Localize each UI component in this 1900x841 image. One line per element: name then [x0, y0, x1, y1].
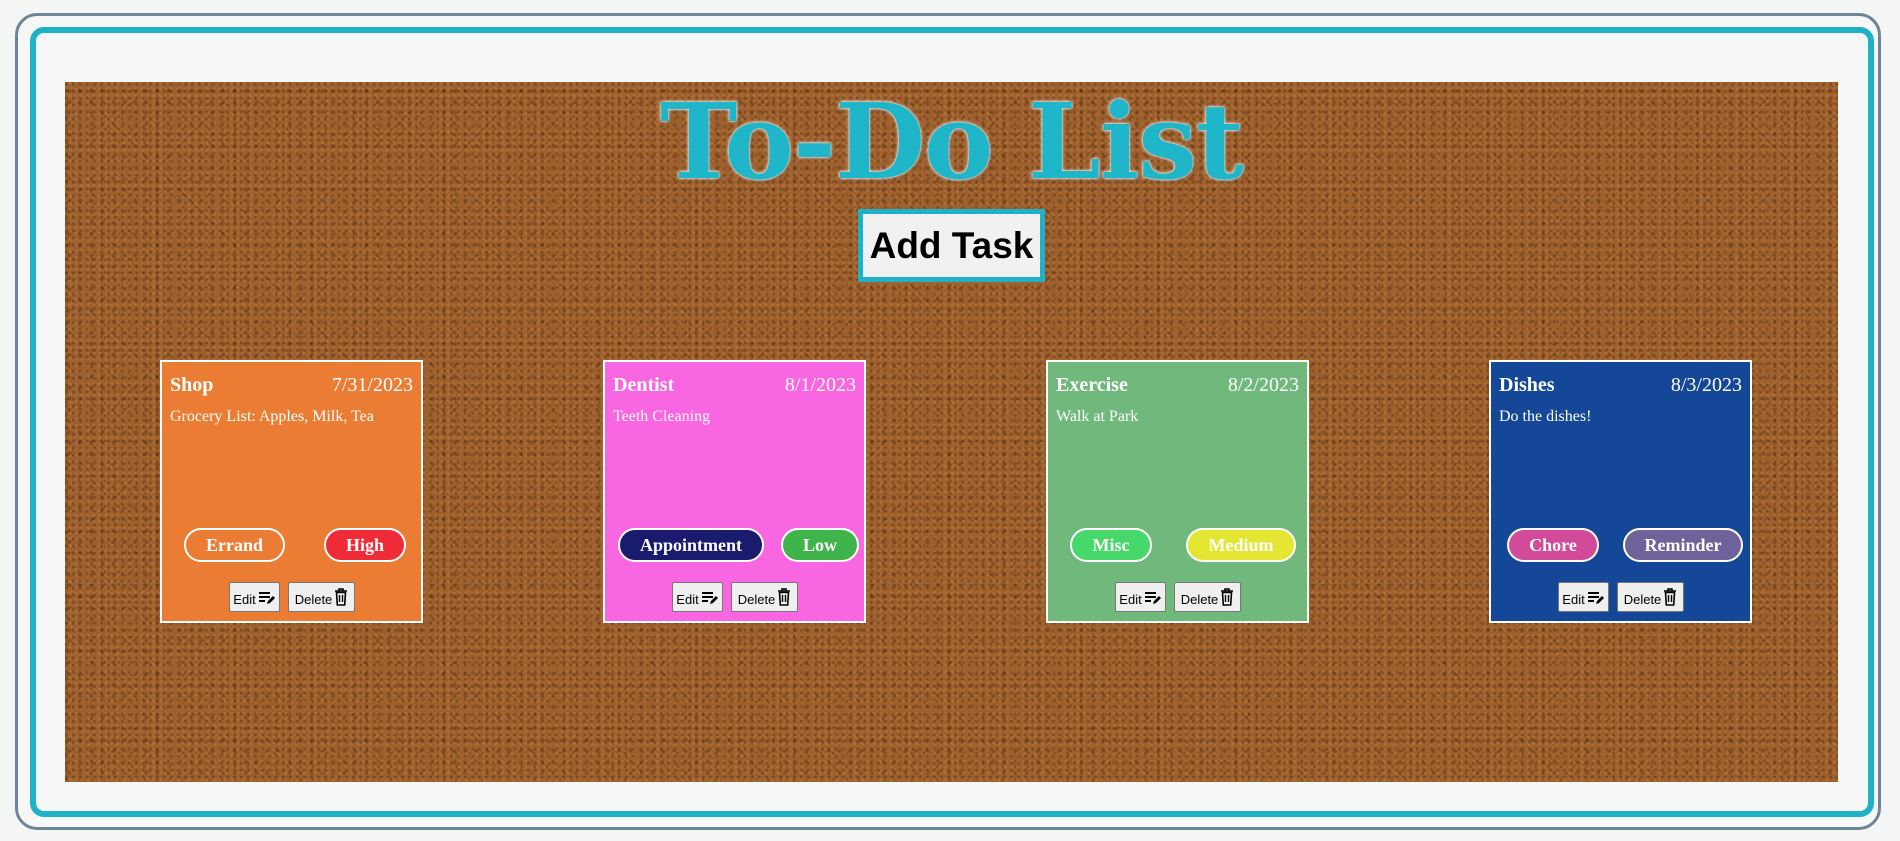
- edit-label: Edit: [1562, 592, 1585, 607]
- category-tag: Appointment: [618, 528, 764, 562]
- edit-button[interactable]: Edit: [229, 582, 280, 612]
- delete-button[interactable]: Delete: [1174, 582, 1241, 612]
- category-tag: Misc: [1070, 528, 1152, 562]
- trash-icon: [335, 588, 348, 606]
- task-description: Teeth Cleaning: [613, 408, 711, 425]
- delete-label: Delete: [737, 592, 776, 607]
- priority-tag: High: [324, 528, 406, 562]
- delete-label: Delete: [1180, 592, 1219, 607]
- add-task-button[interactable]: Add Task: [858, 209, 1045, 282]
- task-title: Dishes: [1499, 374, 1555, 396]
- task-date: 7/31/2023: [331, 374, 413, 396]
- trash-icon: [1664, 588, 1677, 606]
- task-card: Shop 7/31/2023 Grocery List: Apples, Mil…: [160, 360, 423, 623]
- task-description: Do the dishes!: [1499, 408, 1592, 425]
- trash-icon: [1221, 588, 1234, 606]
- task-title: Shop: [170, 374, 214, 396]
- edit-label: Edit: [1119, 592, 1142, 607]
- task-date: 8/3/2023: [1670, 374, 1742, 396]
- corkboard: To-Do List Add Task Shop 7/31/2023 Groce…: [65, 82, 1838, 782]
- task-description: Walk at Park: [1056, 408, 1139, 425]
- edit-label: Edit: [676, 592, 699, 607]
- task-title: Exercise: [1056, 374, 1128, 396]
- page-title: To-Do List: [660, 82, 1244, 203]
- task-card: Dentist 8/1/2023 Teeth Cleaning Appointm…: [603, 360, 866, 623]
- edit-button[interactable]: Edit: [1558, 582, 1609, 612]
- edit-icon: [701, 592, 718, 604]
- edit-icon: [1144, 592, 1161, 604]
- priority-tag: Low: [781, 528, 859, 562]
- trash-icon: [778, 588, 791, 606]
- category-tag: Chore: [1507, 528, 1599, 562]
- edit-button[interactable]: Edit: [672, 582, 723, 612]
- delete-label: Delete: [294, 592, 333, 607]
- task-card: Exercise 8/2/2023 Walk at Park Misc Medi…: [1046, 360, 1309, 623]
- task-date: 8/1/2023: [784, 374, 856, 396]
- category-tag: Errand: [184, 528, 285, 562]
- priority-tag: Reminder: [1623, 528, 1743, 562]
- delete-button[interactable]: Delete: [288, 582, 355, 612]
- task-description: Grocery List: Apples, Milk, Tea: [170, 408, 374, 425]
- delete-button[interactable]: Delete: [731, 582, 798, 612]
- priority-tag: Medium: [1186, 528, 1296, 562]
- delete-label: Delete: [1623, 592, 1662, 607]
- task-date: 8/2/2023: [1227, 374, 1299, 396]
- edit-button[interactable]: Edit: [1115, 582, 1166, 612]
- edit-label: Edit: [233, 592, 256, 607]
- edit-icon: [258, 592, 275, 604]
- task-card: Dishes 8/3/2023 Do the dishes! Chore Rem…: [1489, 360, 1752, 623]
- task-title: Dentist: [613, 374, 675, 396]
- edit-icon: [1587, 592, 1604, 604]
- delete-button[interactable]: Delete: [1617, 582, 1684, 612]
